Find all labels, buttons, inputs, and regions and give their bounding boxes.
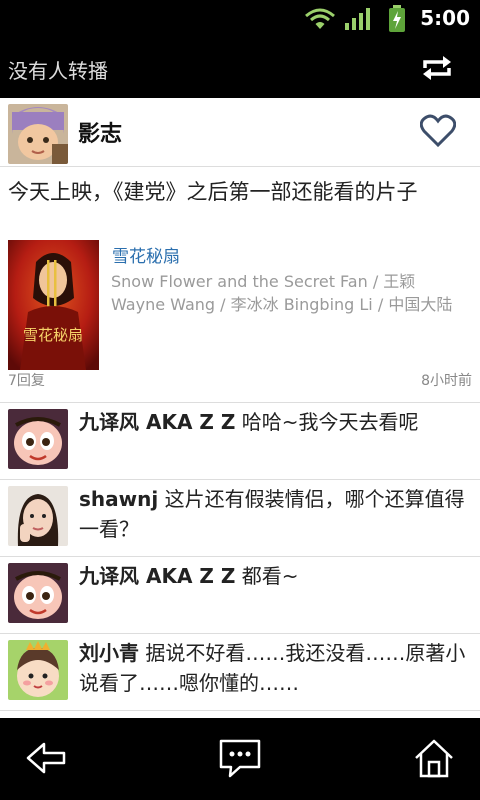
title-bar: 没有人转播 [0,38,480,98]
avatar[interactable] [8,563,68,623]
page-title: 没有人转播 [8,59,108,83]
clock: 5:00 [420,6,470,30]
content-area[interactable]: 影志 今天上映，《建党》之后第一部还能看的片子 雪花秘扇 雪花秘扇 Snow F… [0,98,480,718]
bottom-nav-bar [0,718,480,800]
battery-icon [389,5,405,32]
message-icon[interactable] [218,736,262,780]
comment-text: 刘小青 据说不好看……我还没看……原著小说看了……嗯你懂的…… [79,634,472,698]
comment-list: 九译风 AKA Z Z 哈哈~我今天去看呢 shawnj 这片还有假装情侣，哪个… [0,402,480,711]
post-text: 今天上映，《建党》之后第一部还能看的片子 [8,180,418,204]
comment-author[interactable]: 九译风 AKA Z Z [79,564,235,588]
comment-body: 哈哈~我今天去看呢 [235,410,419,434]
avatar[interactable] [8,104,68,164]
comment-text: 九译风 AKA Z Z 都看~ [79,557,472,591]
status-bar: 5:00 [0,0,480,38]
movie-card[interactable]: 雪花秘扇 雪花秘扇 Snow Flower and the Secret Fan… [8,240,478,370]
poster-title: 雪花秘扇 [23,326,83,344]
post-author[interactable]: 影志 [78,116,122,148]
comment-author[interactable]: 九译风 AKA Z Z [79,410,235,434]
movie-title-link[interactable]: 雪花秘扇 [112,242,180,267]
comment-author[interactable]: shawnj [79,487,158,511]
reply-count: 7回复 [8,373,45,389]
wifi-icon [305,8,335,29]
movie-info: Snow Flower and the Secret Fan / 王颖 Wayn… [111,272,453,314]
comment-text: 九译风 AKA Z Z 哈哈~我今天去看呢 [79,403,472,437]
signal-icon [345,8,370,30]
comment-item[interactable]: 刘小青 据说不好看……我还没看……原著小说看了……嗯你懂的…… [0,634,480,711]
comment-item[interactable]: 九译风 AKA Z Z 都看~ [0,557,480,634]
comment-author[interactable]: 刘小青 [79,641,139,665]
avatar[interactable] [8,486,68,546]
avatar[interactable] [8,409,68,469]
repost-icon[interactable] [420,52,454,84]
comment-text: shawnj 这片还有假装情侣，哪个还算值得一看？ [79,480,472,544]
heart-icon[interactable] [420,114,456,148]
post-header: 影志 [0,98,480,167]
post-time: 8小时前 [421,373,472,389]
comment-body: 都看~ [235,564,299,588]
comment-item[interactable]: 九译风 AKA Z Z 哈哈~我今天去看呢 [0,403,480,480]
back-icon[interactable] [24,736,68,780]
movie-poster[interactable]: 雪花秘扇 [8,240,99,370]
home-icon[interactable] [412,736,456,780]
post-meta: 7回复 8小时前 [8,370,472,390]
avatar[interactable] [8,640,68,700]
comment-item[interactable]: shawnj 这片还有假装情侣，哪个还算值得一看？ [0,480,480,557]
